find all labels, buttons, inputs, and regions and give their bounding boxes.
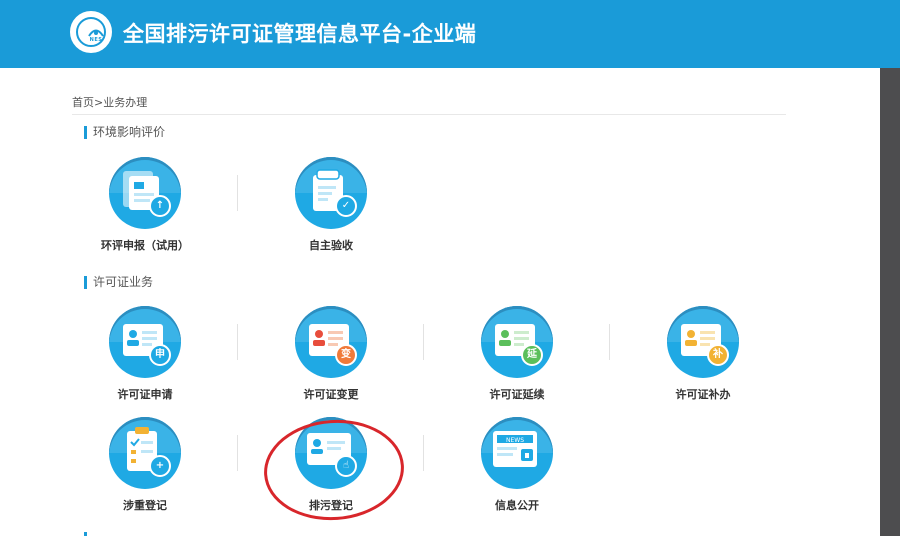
nes-logo: NES (70, 11, 112, 53)
separator (237, 324, 238, 360)
certificate-apply-icon: 申 (109, 306, 181, 378)
tile-label: 许可证变更 (303, 388, 359, 401)
page-scrollbar[interactable] (880, 68, 900, 536)
clipboard-check-icon: ✓ (295, 157, 367, 229)
change-badge-icon: 变 (335, 344, 357, 366)
tile-permit-reissue[interactable]: 补 许可证补办 (633, 306, 773, 402)
section-title-permit: 许可证业务 (84, 276, 153, 289)
logo-text: NES (89, 37, 103, 43)
news-lock-icon: NEWS (481, 417, 553, 489)
check-badge-icon: ✓ (335, 195, 357, 217)
tile-label: 自主验收 (309, 239, 353, 252)
tile-label: 信息公开 (495, 499, 539, 512)
certificate-change-icon: 变 (295, 306, 367, 378)
logo-emblem-icon (88, 29, 104, 37)
separator (609, 324, 610, 360)
app-title: 全国排污许可证管理信息平台-企业端 (123, 22, 477, 46)
separator (423, 324, 424, 360)
separator (237, 175, 238, 211)
tile-permit-apply[interactable]: 申 许可证申请 (75, 306, 215, 402)
separator (237, 435, 238, 471)
tile-label: 环评申报（试用） (101, 239, 189, 252)
tile-label: 许可证补办 (675, 388, 731, 401)
tile-permit-change[interactable]: 变 许可证变更 (261, 306, 401, 402)
reissue-badge-icon: 补 (707, 344, 729, 366)
eia-report-icon: ↑ (109, 157, 181, 229)
breadcrumb[interactable]: 首页>业务办理 (72, 94, 147, 110)
breadcrumb-divider (72, 114, 786, 115)
tile-heavy-metal-registration[interactable]: + 涉重登记 (75, 417, 215, 513)
certificate-reissue-icon: 补 (667, 306, 739, 378)
renew-badge-icon: 延 (521, 344, 543, 366)
certificate-renew-icon: 延 (481, 306, 553, 378)
tile-self-acceptance[interactable]: ✓ 自主验收 (261, 157, 401, 253)
tile-label: 许可证延续 (489, 388, 545, 401)
top-header: NES 全国排污许可证管理信息平台-企业端 (0, 0, 900, 68)
tile-permit-renew[interactable]: 延 许可证延续 (447, 306, 587, 402)
next-section-marker (84, 532, 87, 536)
tile-label: 涉重登记 (123, 499, 167, 512)
tile-info-disclosure[interactable]: NEWS 信息公开 (447, 417, 587, 513)
add-badge-icon: + (149, 455, 171, 477)
logo-ring: NES (76, 17, 106, 47)
tile-label: 许可证申请 (117, 388, 173, 401)
apply-badge-icon: 申 (149, 344, 171, 366)
separator (423, 435, 424, 471)
tile-eia-report[interactable]: ↑ 环评申报（试用） (75, 157, 215, 253)
section-title-eia: 环境影响评价 (84, 126, 165, 139)
checklist-add-icon: + (109, 417, 181, 489)
news-label: NEWS (506, 437, 524, 444)
upload-badge-icon: ↑ (149, 195, 171, 217)
